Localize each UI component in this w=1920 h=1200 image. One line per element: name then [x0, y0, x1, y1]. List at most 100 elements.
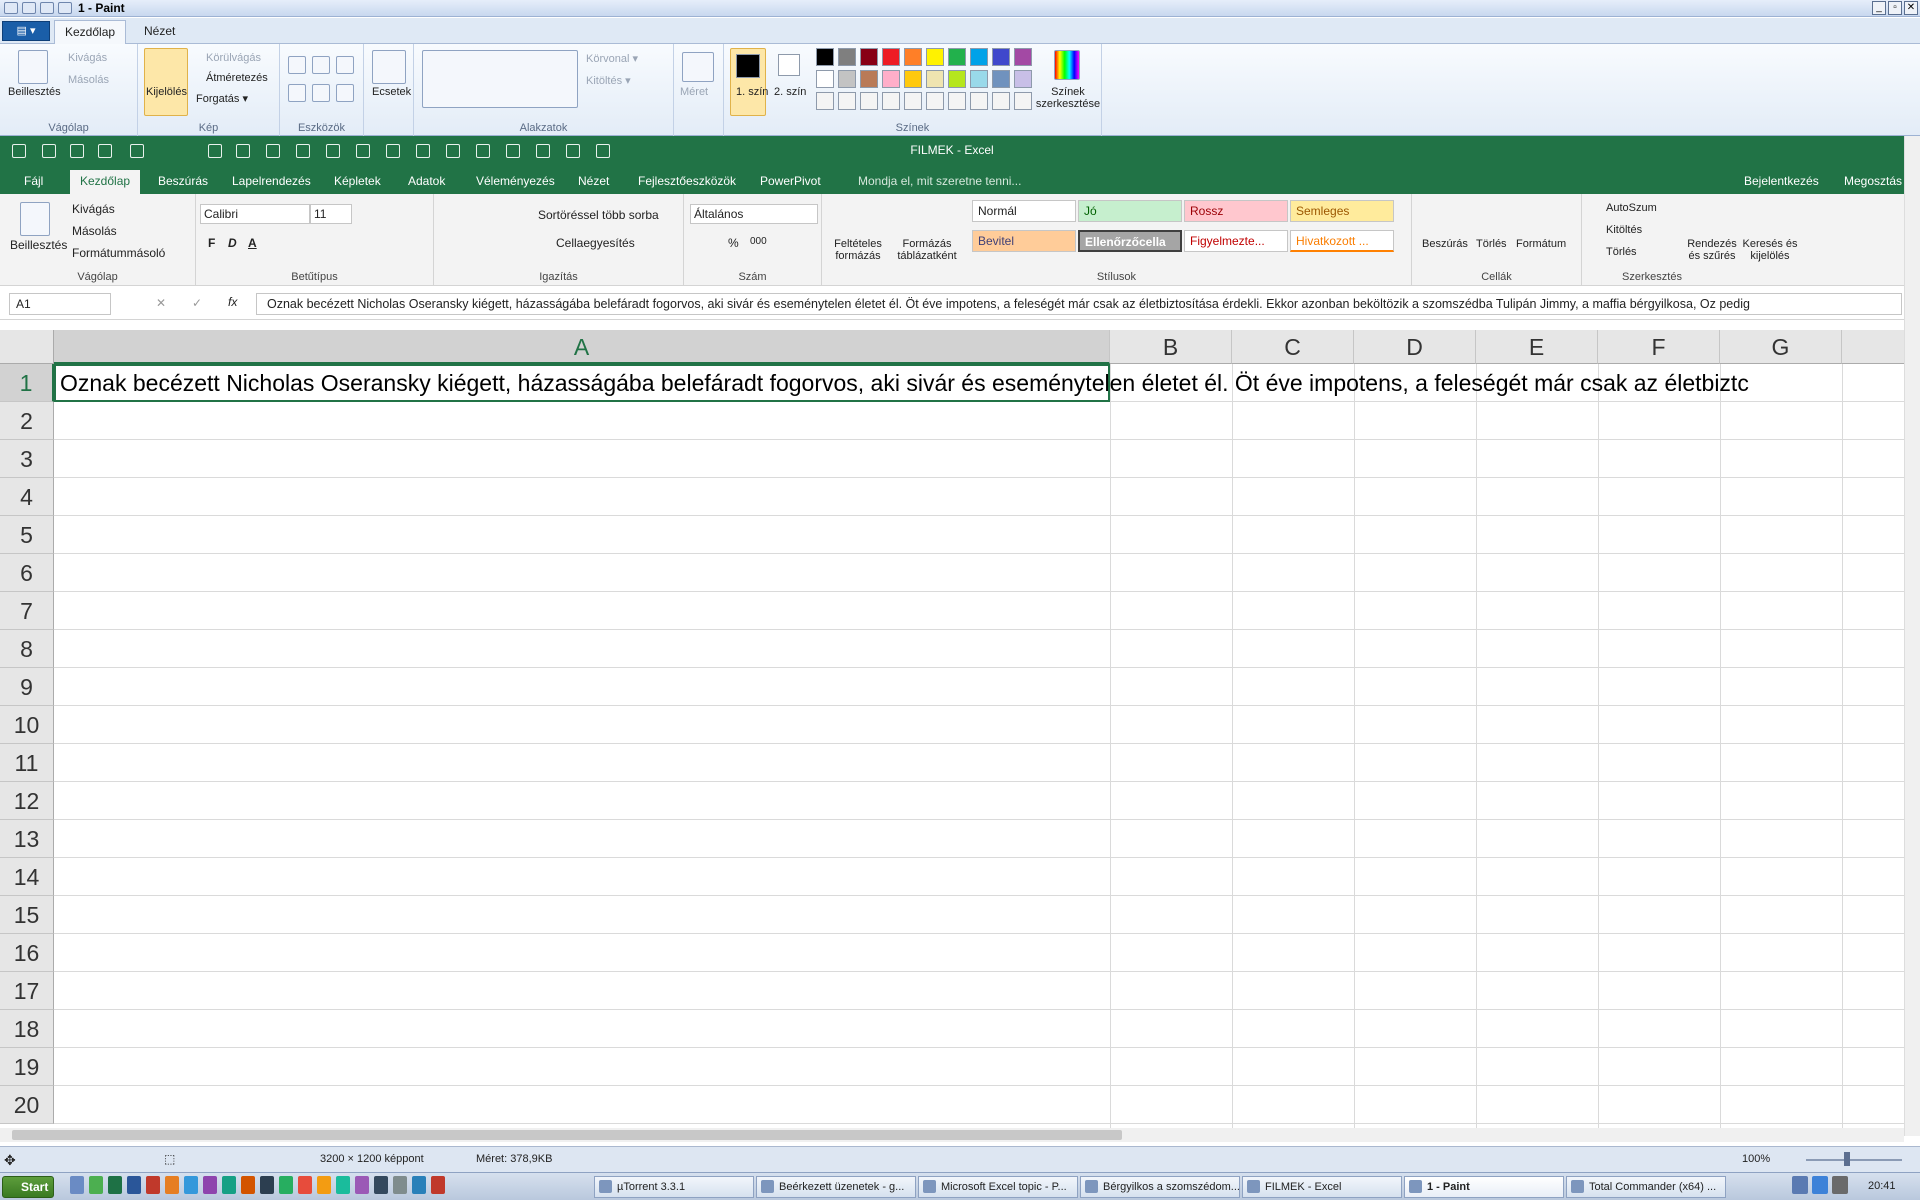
palette-empty-swatch[interactable] — [816, 92, 834, 110]
fill-bucket-icon[interactable] — [312, 56, 330, 74]
edit-colors-button[interactable]: Színek szerkesztése — [1032, 86, 1104, 110]
palette-swatch[interactable] — [860, 70, 878, 88]
magnifier-icon[interactable] — [336, 84, 354, 102]
palette-swatch[interactable] — [948, 48, 966, 66]
rotate-button[interactable]: Forgatás ▾ — [196, 92, 248, 105]
quick-launch-icon[interactable] — [431, 1176, 445, 1194]
network-icon[interactable] — [1792, 1176, 1808, 1194]
zoom-slider[interactable] — [1806, 1159, 1902, 1161]
quick-launch-icon[interactable] — [393, 1176, 407, 1194]
palette-swatch[interactable] — [1014, 70, 1032, 88]
quick-launch-icon[interactable] — [336, 1176, 350, 1194]
taskbar-item[interactable]: Beérkezett üzenetek - g... — [756, 1176, 916, 1198]
quick-launch-icon[interactable] — [412, 1176, 426, 1194]
size-icon[interactable] — [682, 52, 714, 82]
undo-icon[interactable] — [40, 2, 54, 14]
paint-menu-button[interactable]: ▤ ▾ — [2, 21, 50, 41]
paste-button[interactable]: Beillesztés — [8, 86, 61, 98]
palette-swatch[interactable] — [992, 70, 1010, 88]
quick-launch-icon[interactable] — [279, 1176, 293, 1194]
palette-empty-swatch[interactable] — [904, 92, 922, 110]
brush-icon[interactable] — [372, 50, 406, 84]
palette-empty-swatch[interactable] — [992, 92, 1010, 110]
grid-row-line — [54, 515, 1904, 516]
redo-icon[interactable] — [58, 2, 72, 14]
palette-swatch[interactable] — [816, 48, 834, 66]
paste-icon[interactable] — [18, 50, 48, 84]
palette-swatch[interactable] — [882, 48, 900, 66]
palette-empty-swatch[interactable] — [926, 92, 944, 110]
save-icon[interactable] — [22, 2, 36, 14]
volume-icon[interactable] — [1832, 1176, 1848, 1194]
quick-launch-icon[interactable] — [203, 1176, 217, 1194]
horizontal-scrollbar[interactable] — [0, 1128, 1904, 1142]
palette-empty-swatch[interactable] — [970, 92, 988, 110]
zoom-slider-thumb[interactable] — [1844, 1152, 1850, 1166]
eraser-icon[interactable] — [288, 84, 306, 102]
cut-button[interactable]: Kivágás — [68, 52, 107, 64]
shapes-gallery[interactable] — [422, 50, 578, 108]
quick-launch-icon[interactable] — [184, 1176, 198, 1194]
palette-swatch[interactable] — [926, 70, 944, 88]
quick-launch-icon[interactable] — [222, 1176, 236, 1194]
palette-swatch[interactable] — [838, 70, 856, 88]
info-icon[interactable] — [1812, 1176, 1828, 1194]
edit-colors-icon[interactable] — [1054, 50, 1080, 80]
taskbar-item[interactable]: FILMEK - Excel — [1242, 1176, 1402, 1198]
size-button[interactable]: Méret — [680, 86, 708, 98]
quick-launch-icon[interactable] — [108, 1176, 122, 1194]
quick-launch-icon[interactable] — [165, 1176, 179, 1194]
color-picker-icon[interactable] — [312, 84, 330, 102]
minimize-button[interactable]: _ — [1872, 1, 1886, 15]
quick-launch-icon[interactable] — [374, 1176, 388, 1194]
quick-launch-icon[interactable] — [317, 1176, 331, 1194]
quick-launch-icon[interactable] — [298, 1176, 312, 1194]
vertical-scrollbar[interactable] — [1904, 136, 1920, 1136]
palette-swatch[interactable] — [882, 70, 900, 88]
palette-swatch[interactable] — [860, 48, 878, 66]
taskbar-item[interactable]: 1 - Paint — [1404, 1176, 1564, 1198]
palette-empty-swatch[interactable] — [882, 92, 900, 110]
outline-button[interactable]: Körvonal ▾ — [586, 52, 638, 65]
palette-swatch[interactable] — [904, 48, 922, 66]
quick-launch-icon[interactable] — [241, 1176, 255, 1194]
palette-swatch[interactable] — [816, 70, 834, 88]
fill-button[interactable]: Kitöltés ▾ — [586, 74, 631, 87]
resize-button[interactable]: Átméretezés — [206, 72, 268, 84]
palette-swatch[interactable] — [1014, 48, 1032, 66]
horizontal-scroll-thumb[interactable] — [12, 1130, 1122, 1140]
tab-kezdolap[interactable]: Kezdőlap — [54, 20, 127, 44]
palette-empty-swatch[interactable] — [948, 92, 966, 110]
palette-empty-swatch[interactable] — [1014, 92, 1032, 110]
quick-launch-icon[interactable] — [146, 1176, 160, 1194]
quick-launch-icon[interactable] — [127, 1176, 141, 1194]
quick-launch-icon[interactable] — [89, 1176, 103, 1194]
quick-launch-icon[interactable] — [260, 1176, 274, 1194]
palette-empty-swatch[interactable] — [838, 92, 856, 110]
quick-launch-icon[interactable] — [355, 1176, 369, 1194]
taskbar-item[interactable]: Bérgyilkos a szomszédom... — [1080, 1176, 1240, 1198]
taskbar-item[interactable]: µTorrent 3.3.1 — [594, 1176, 754, 1198]
pencil-icon[interactable] — [288, 56, 306, 74]
palette-swatch[interactable] — [970, 48, 988, 66]
copy-button[interactable]: Másolás — [68, 74, 109, 86]
palette-swatch[interactable] — [948, 70, 966, 88]
close-button[interactable]: ✕ — [1904, 1, 1918, 15]
select-button[interactable] — [144, 48, 188, 116]
brushes-button[interactable]: Ecsetek — [372, 86, 411, 98]
palette-swatch[interactable] — [926, 48, 944, 66]
palette-empty-swatch[interactable] — [860, 92, 878, 110]
palette-swatch[interactable] — [970, 70, 988, 88]
palette-swatch[interactable] — [838, 48, 856, 66]
crop-button[interactable]: Körülvágás — [206, 52, 261, 64]
text-icon[interactable] — [336, 56, 354, 74]
quick-launch-icon[interactable] — [70, 1176, 84, 1194]
taskbar-item[interactable]: Total Commander (x64) ... — [1566, 1176, 1726, 1198]
restore-button[interactable]: ▫ — [1888, 1, 1902, 15]
taskbar-item[interactable]: Microsoft Excel topic - P... — [918, 1176, 1078, 1198]
start-button[interactable]: Start — [2, 1176, 54, 1198]
tab-nezet[interactable]: Nézet — [134, 20, 185, 44]
palette-swatch[interactable] — [904, 70, 922, 88]
palette-swatch[interactable] — [992, 48, 1010, 66]
color2-swatch[interactable] — [778, 54, 800, 76]
